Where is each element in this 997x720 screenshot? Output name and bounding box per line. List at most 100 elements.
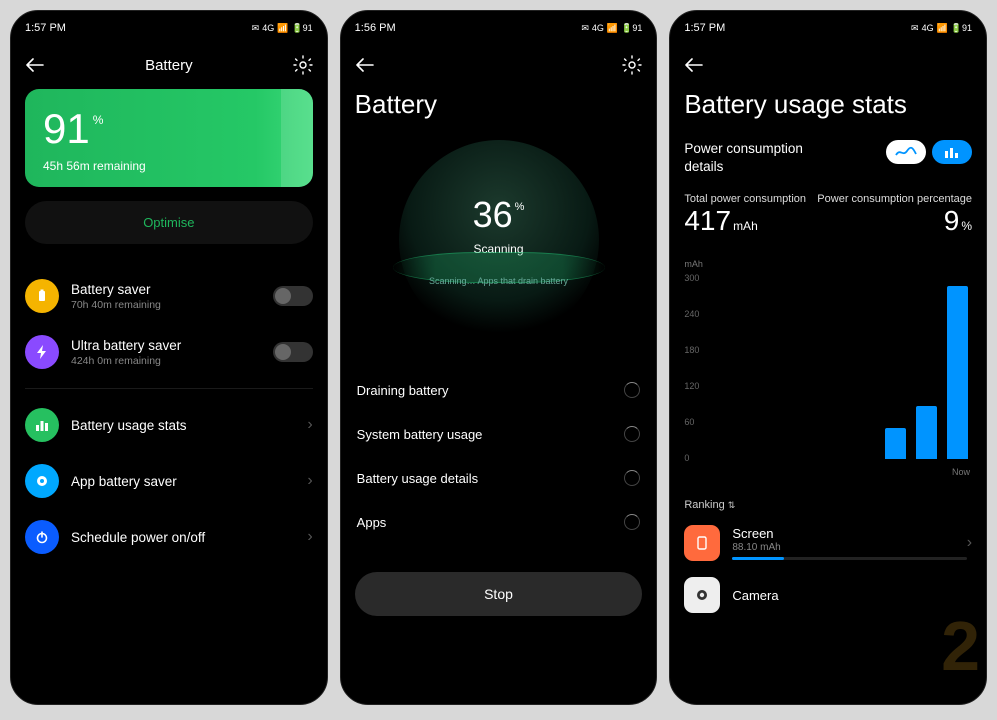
divider (25, 388, 313, 389)
msg-icon: ✉ (252, 23, 260, 34)
scan-label: Scanning (473, 242, 523, 256)
status-bar: 1:57 PM ✉ 4G 📶 🔋91 (684, 19, 972, 37)
clock: 1:56 PM (355, 22, 396, 34)
status-icons: ✉ 4G 📶 🔋91 (252, 23, 313, 34)
stop-button[interactable]: Stop (355, 572, 643, 616)
optimise-button[interactable]: Optimise (25, 201, 313, 244)
back-button[interactable] (25, 58, 45, 72)
settings-button[interactable] (293, 55, 313, 75)
line-view-button[interactable] (886, 140, 926, 164)
usage-stats-row[interactable]: Battery usage stats › (25, 397, 313, 453)
screen-app-icon (684, 525, 720, 561)
scan-sphere: 36 % Scanning Scanning… Apps that drain … (399, 140, 599, 340)
msg-icon: ✉ (581, 23, 589, 34)
usage-stats-label: Battery usage stats (71, 418, 307, 433)
page-title: Battery (145, 57, 193, 74)
camera-app-icon (684, 577, 720, 613)
total-label: Total power consumption (684, 193, 806, 205)
ultra-saver-label: Ultra battery saver (71, 338, 273, 353)
msg-icon: ✉ (911, 23, 919, 34)
view-toggle (886, 140, 972, 164)
stats-icon (25, 408, 59, 442)
app-row-camera[interactable]: Camera (684, 569, 972, 621)
battery-scan-screen: 1:56 PM ✉ 4G 📶 🔋91 Battery 36 % (340, 10, 658, 705)
chevron-right-icon: › (307, 416, 312, 434)
battery-icon: 🔋91 (951, 23, 972, 34)
spinner-icon (624, 514, 640, 530)
clock: 1:57 PM (25, 22, 66, 34)
percent-sign: % (515, 201, 525, 213)
ultra-saver-row[interactable]: Ultra battery saver 424h 0m remaining (25, 324, 313, 380)
ytick: 240 (684, 309, 699, 319)
clock: 1:57 PM (684, 22, 725, 34)
battery-saver-label: Battery saver (71, 282, 273, 297)
ytick: 300 (684, 273, 699, 283)
spinner-icon (624, 470, 640, 486)
battery-saver-icon (25, 279, 59, 313)
battery-saver-toggle[interactable] (273, 286, 313, 306)
battery-stats-screen: 1:57 PM ✉ 4G 📶 🔋91 Battery usage stats P… (669, 10, 987, 705)
status-bar: 1:56 PM ✉ 4G 📶 🔋91 (355, 19, 643, 37)
status-icons: ✉ 4G 📶 🔋91 (911, 23, 972, 34)
ytick: 180 (684, 345, 699, 355)
apps-item[interactable]: Apps (355, 500, 643, 544)
signal-icon: 📶 (937, 23, 948, 34)
ranking-label: Ranking (684, 499, 724, 511)
pcd-label: Power consumption details (684, 140, 834, 175)
power-icon (25, 520, 59, 554)
schedule-row[interactable]: Schedule power on/off › (25, 509, 313, 565)
app-saver-label: App battery saver (71, 474, 307, 489)
chart-bar (947, 286, 968, 460)
chart-bar (916, 406, 937, 459)
scan-sub: Scanning… Apps that drain battery (429, 276, 568, 286)
battery-saver-row[interactable]: Battery saver 70h 40m remaining (25, 268, 313, 324)
signal-icon: 📶 (277, 23, 288, 34)
app-saver-icon (25, 464, 59, 498)
signal-icon: 📶 (607, 23, 618, 34)
sort-icon: ⇅ (728, 500, 736, 510)
ytick: 60 (684, 417, 694, 427)
battery-percent: 91 (43, 105, 90, 153)
system-usage-item[interactable]: System battery usage (355, 412, 643, 456)
app-name: Screen (732, 526, 966, 541)
app-saver-row[interactable]: App battery saver › (25, 453, 313, 509)
status-icons: ✉ 4G 📶 🔋91 (581, 23, 642, 34)
spinner-icon (624, 426, 640, 442)
battery-icon: 🔋91 (621, 23, 642, 34)
battery-saver-sub: 70h 40m remaining (71, 299, 273, 311)
battery-level-card[interactable]: 91 % 45h 56m remaining (25, 89, 313, 187)
page-title: Battery usage stats (684, 89, 972, 120)
network-icon: 4G (922, 23, 934, 33)
percent-sign: % (93, 113, 104, 127)
consumption-chart[interactable]: mAh 300 240 180 120 60 0 Now (684, 259, 972, 479)
apps-label: Apps (357, 515, 387, 530)
now-label: Now (952, 467, 970, 477)
time-remaining: 45h 56m remaining (43, 159, 295, 173)
network-icon: 4G (592, 23, 604, 33)
y-unit: mAh (684, 259, 703, 269)
ultra-saver-icon (25, 335, 59, 369)
app-name: Camera (732, 588, 972, 603)
app-row-screen[interactable]: Screen 88.10 mAh › (684, 517, 972, 569)
chevron-right-icon: › (307, 472, 312, 490)
schedule-label: Schedule power on/off (71, 530, 307, 545)
bar-view-button[interactable] (932, 140, 972, 164)
status-bar: 1:57 PM ✉ 4G 📶 🔋91 (25, 19, 313, 37)
ranking-header[interactable]: Ranking ⇅ (684, 499, 972, 511)
network-icon: 4G (262, 23, 274, 33)
draining-item[interactable]: Draining battery (355, 368, 643, 412)
settings-button[interactable] (622, 55, 642, 75)
scan-percent: 36 (473, 194, 513, 236)
usage-details-label: Battery usage details (357, 471, 478, 486)
battery-settings-screen: 1:57 PM ✉ 4G 📶 🔋91 Battery 91 % 45h 56m … (10, 10, 328, 705)
back-button[interactable] (684, 58, 704, 72)
battery-icon: 🔋91 (291, 23, 312, 34)
ytick: 0 (684, 453, 689, 463)
usage-details-item[interactable]: Battery usage details (355, 456, 643, 500)
chevron-right-icon: › (967, 534, 972, 552)
back-button[interactable] (355, 58, 375, 72)
total-unit: mAh (733, 219, 758, 233)
ultra-saver-toggle[interactable] (273, 342, 313, 362)
page-title: Battery (355, 89, 643, 120)
app-sub: 88.10 mAh (732, 542, 966, 553)
